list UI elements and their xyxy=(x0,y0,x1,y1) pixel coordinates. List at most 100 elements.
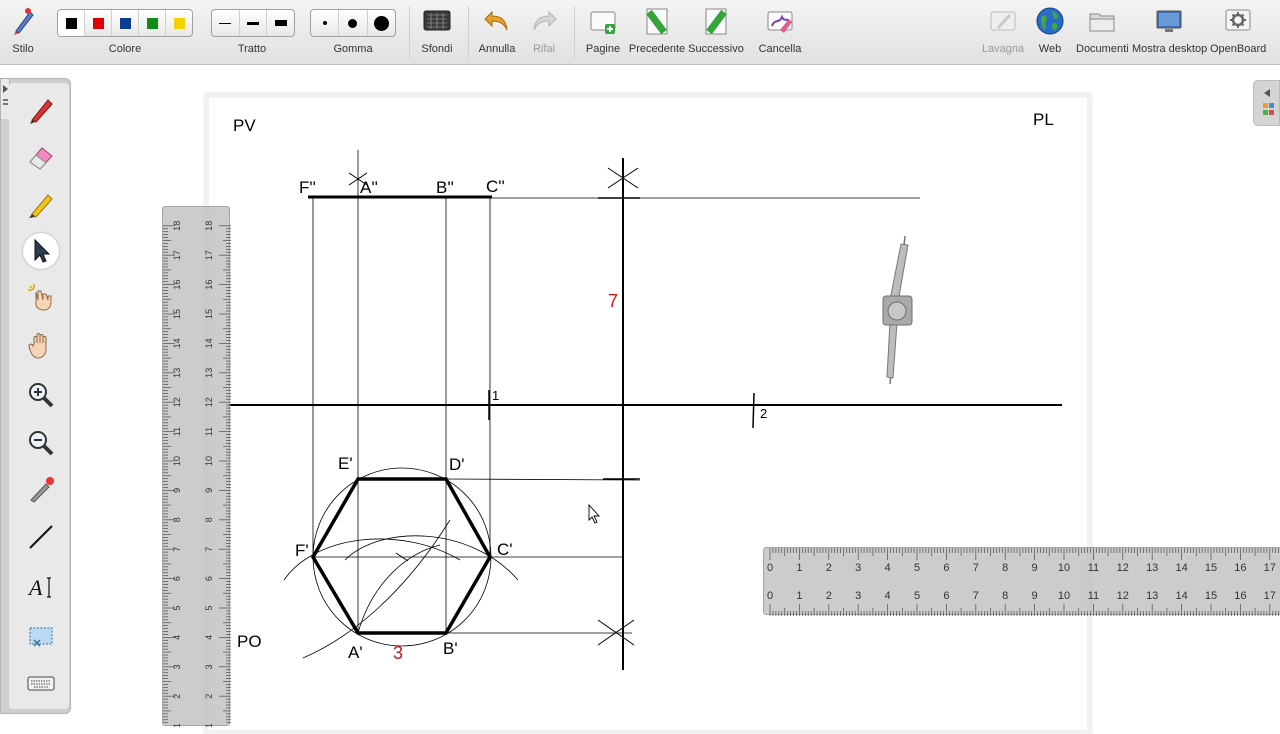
label-e-plan: E' xyxy=(338,454,353,473)
line-icon xyxy=(29,525,53,549)
ruler-number: 9 xyxy=(1032,562,1038,574)
construction-arc-4 xyxy=(357,544,441,634)
ruler-number: 2 xyxy=(204,694,214,699)
ruler-number: 5 xyxy=(914,562,920,574)
label-c-plan: C' xyxy=(497,540,513,559)
ruler-number: 4 xyxy=(204,635,214,640)
keyboard-tool[interactable] xyxy=(23,665,59,701)
ruler-number: 8 xyxy=(1002,562,1008,574)
construction-arc-3 xyxy=(302,519,451,659)
zoom-out-tool[interactable] xyxy=(23,425,59,461)
dimension-height: 7 xyxy=(608,291,618,311)
capture-icon xyxy=(29,627,53,647)
ruler-number: 17 xyxy=(1264,590,1276,602)
ruler-number: 12 xyxy=(204,397,214,407)
ruler-number: 9 xyxy=(172,488,182,493)
ruler-number: 11 xyxy=(172,427,182,436)
label-pl: PL xyxy=(1033,110,1054,129)
eraser-icon xyxy=(29,147,53,170)
svg-text:A: A xyxy=(27,575,43,600)
marker-tool[interactable] xyxy=(23,187,59,223)
hand-tool[interactable] xyxy=(23,327,59,363)
ruler-number: 15 xyxy=(1205,562,1217,574)
pen-tool[interactable] xyxy=(23,91,59,127)
compass-lower-leg xyxy=(886,321,898,379)
construction-arc-2 xyxy=(344,535,519,581)
ruler-number: 13 xyxy=(1146,590,1158,602)
label-c-elevation: C'' xyxy=(486,177,505,196)
label-f-plan: F' xyxy=(295,541,309,560)
ruler-number: 12 xyxy=(1117,562,1129,574)
label-b-elevation: B'' xyxy=(436,178,454,197)
vertical-ruler[interactable]: 1 1 2 2 3 3 4 4 5 5 6 6 7 7 8 8 9 9 10 10 11 11 12 12 13 13 14 14 15… xyxy=(162,206,231,728)
ruler-number: 8 xyxy=(172,517,182,522)
ruler-number: 2 xyxy=(172,694,182,699)
ruler-number: 1 xyxy=(796,562,802,574)
tool-palette: A xyxy=(0,78,71,714)
selector-tool[interactable] xyxy=(23,233,59,269)
ruler-number: 3 xyxy=(204,664,214,669)
ruler-number: 13 xyxy=(172,368,182,378)
hand-icon xyxy=(28,333,47,359)
ruler-number: 11 xyxy=(204,427,214,436)
ruler-number: 5 xyxy=(172,605,182,610)
ruler-number: 14 xyxy=(172,338,182,348)
ruler-number: 7 xyxy=(204,547,214,552)
ruler-number: 2 xyxy=(826,590,832,602)
ruler-number: 12 xyxy=(1117,590,1129,602)
text-tool[interactable]: A xyxy=(23,569,59,605)
line-tool[interactable] xyxy=(23,519,59,555)
ruler-number: 4 xyxy=(172,635,182,640)
eraser-tool[interactable] xyxy=(23,139,59,175)
interact-tool[interactable] xyxy=(23,279,59,315)
ruler-number: 8 xyxy=(1002,590,1008,602)
vertical-ruler-scale: 1 12 23 34 45 56 67 78 89 910 1011 1112 1213 1314 1415… xyxy=(163,221,231,728)
horizontal-ruler[interactable]: 0 0 1 1 2 2 3 3 4 4 5 5 6 6 7 7 8 8 9 9 10 10 11 11 12 12 13 13 14 14… xyxy=(763,547,1280,616)
compass-upper-leg xyxy=(889,243,909,303)
interact-icon xyxy=(28,284,52,311)
ruler-number: 15 xyxy=(1205,590,1217,602)
ruler-number: 6 xyxy=(943,590,949,602)
mouse-cursor-icon xyxy=(588,503,601,524)
library-icon xyxy=(1263,89,1274,115)
ruler-number: 11 xyxy=(1088,562,1099,574)
ruler-number: 11 xyxy=(1088,590,1099,602)
ruler-number: 9 xyxy=(204,488,214,493)
ruler-number: 7 xyxy=(973,562,979,574)
ruler-number: 16 xyxy=(172,280,182,290)
zoom-in-icon xyxy=(29,383,54,408)
ruler-number: 12 xyxy=(172,397,182,407)
label-b-plan: B' xyxy=(443,639,458,658)
ruler-number: 5 xyxy=(204,605,214,610)
compass-tool[interactable] xyxy=(882,235,913,385)
ruler-number: 1 xyxy=(172,723,182,727)
tick-2 xyxy=(752,392,755,429)
ruler-number: 13 xyxy=(1146,562,1158,574)
label-d-plan: D' xyxy=(449,455,465,474)
ruler-number: 6 xyxy=(943,562,949,574)
ruler-number: 4 xyxy=(885,590,891,602)
library-dock-tab[interactable] xyxy=(1253,80,1280,126)
compass-knob xyxy=(887,301,907,321)
ruler-number: 3 xyxy=(855,590,861,602)
label-po: PO xyxy=(237,632,262,651)
ruler-number: 14 xyxy=(204,338,214,348)
ruler-number: 3 xyxy=(172,664,182,669)
mark-1: 1 xyxy=(492,388,499,403)
text-icon: A xyxy=(27,575,51,600)
label-a-elevation: A'' xyxy=(360,178,378,197)
mark-2: 2 xyxy=(760,406,767,421)
laser-pointer-tool[interactable] xyxy=(23,471,59,507)
label-f-elevation: F'' xyxy=(299,178,316,197)
ruler-number: 16 xyxy=(204,280,214,290)
ruler-number: 10 xyxy=(1058,562,1070,574)
ruler-number: 13 xyxy=(204,368,214,378)
ruler-number: 0 xyxy=(767,562,773,574)
ruler-number: 15 xyxy=(172,309,182,319)
pen-icon xyxy=(30,99,53,124)
label-pv: PV xyxy=(233,116,256,135)
zoom-in-tool[interactable] xyxy=(23,377,59,413)
ruler-number: 18 xyxy=(204,221,214,231)
laser-pointer-icon xyxy=(30,477,54,503)
capture-tool[interactable] xyxy=(23,619,59,655)
